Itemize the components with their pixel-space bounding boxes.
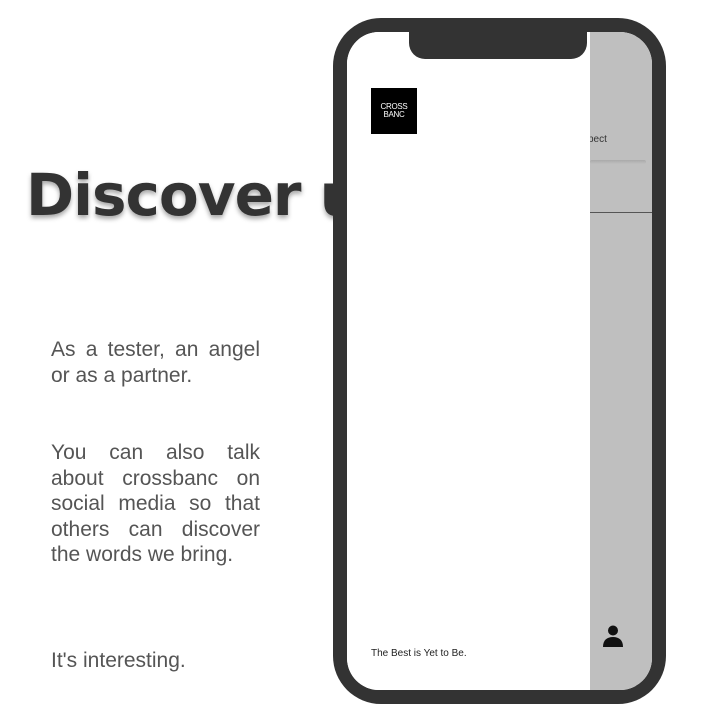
phone-mockup: CROSS BANC The Best is Yet to Be. xpect — [333, 18, 666, 704]
phone-notch — [409, 32, 587, 59]
crossbanc-logo[interactable]: CROSS BANC — [371, 88, 417, 134]
social-paragraph: You can also talk about crossbanc on soc… — [51, 441, 260, 566]
intro-paragraph: As a tester, an angel or as a partner. — [51, 338, 260, 387]
backdrop-divider — [590, 212, 652, 213]
nav-drawer: CROSS BANC The Best is Yet to Be. — [347, 32, 590, 690]
page-backdrop-overlay[interactable]: xpect — [583, 32, 652, 690]
closing-paragraph: It's interesting. — [51, 649, 186, 672]
user-icon[interactable] — [603, 625, 623, 647]
phone-screen: CROSS BANC The Best is Yet to Be. xpect — [347, 32, 652, 690]
backdrop-card-shadow — [590, 160, 646, 164]
logo-line-2: BANC — [383, 110, 405, 119]
tagline: The Best is Yet to Be. — [371, 648, 467, 659]
